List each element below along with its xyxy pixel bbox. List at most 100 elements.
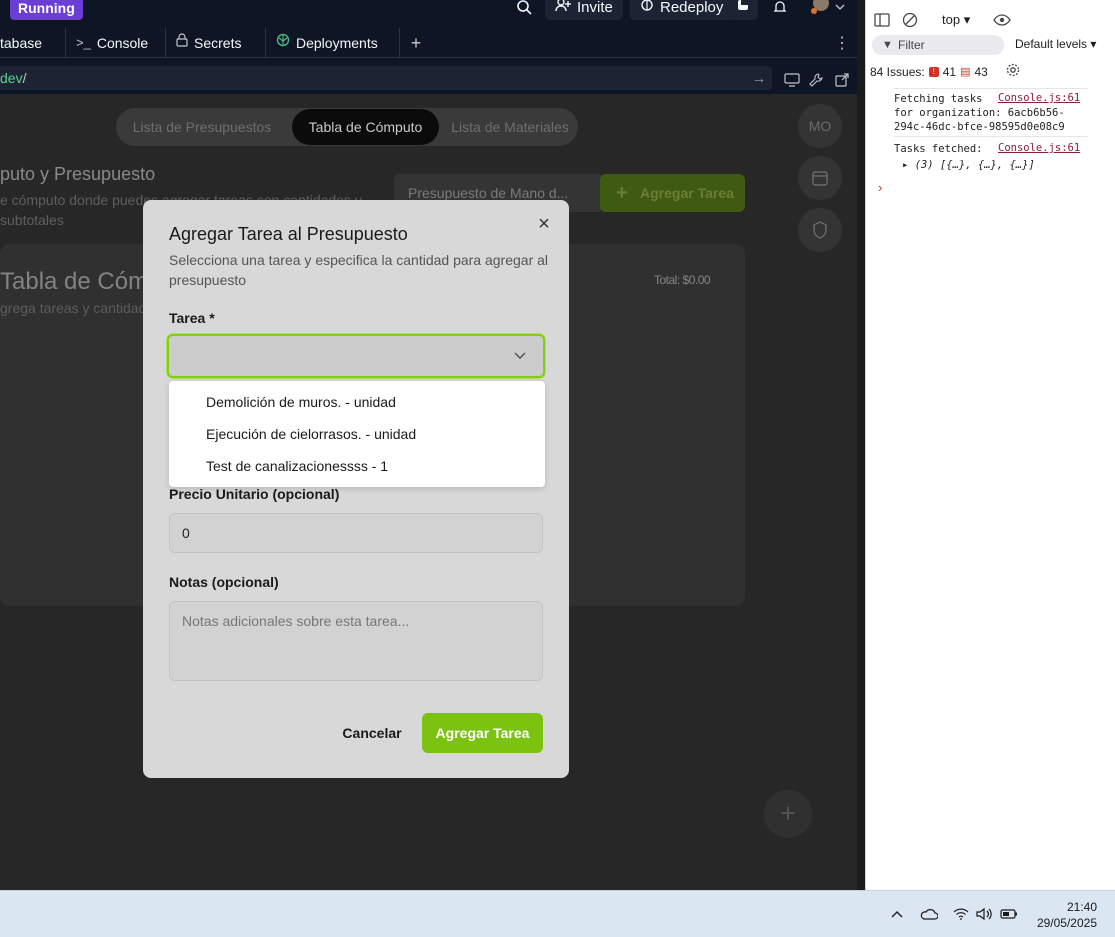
url-host: dev bbox=[0, 70, 23, 86]
dialog-title: Agregar Tarea al Presupuesto bbox=[169, 224, 408, 244]
windows-taskbar: 21:40 29/05/2025 bbox=[0, 890, 1115, 937]
gear-icon[interactable] bbox=[1006, 63, 1020, 80]
copy-icon bbox=[736, 0, 750, 19]
redeploy-button[interactable]: Redeploy bbox=[630, 0, 734, 20]
console-prompt-icon[interactable]: › bbox=[878, 180, 882, 195]
tab-lista-presupuestos[interactable]: Lista de Presupuestos bbox=[116, 109, 288, 145]
log-expandable-array[interactable]: ▸ (3) [{…}, {…}, {…}] bbox=[902, 158, 1035, 172]
card-title: Tabla de Cómp bbox=[0, 268, 162, 295]
chevron-down-icon bbox=[514, 352, 526, 360]
task-option[interactable]: Test de canalizacionessss - 1 bbox=[169, 450, 545, 482]
divider bbox=[894, 88, 1088, 89]
task-options-list: Demolición de muros. - unidad Ejecución … bbox=[169, 381, 545, 487]
arrow-right-icon[interactable]: → bbox=[752, 66, 766, 90]
tab-tabla-computo[interactable]: Tabla de Cómputo bbox=[292, 109, 439, 145]
external-link-icon[interactable] bbox=[830, 69, 854, 91]
preview-url-bar: dev/ → bbox=[0, 62, 857, 92]
eye-icon[interactable] bbox=[992, 10, 1012, 30]
avatar[interactable] bbox=[808, 0, 834, 18]
notes-textarea[interactable]: Notas adicionales sobre esta tarea... bbox=[169, 601, 543, 681]
bell-icon[interactable] bbox=[768, 0, 792, 18]
task-option[interactable]: Ejecución de cielorrasos. - unidad bbox=[169, 418, 545, 450]
submit-button[interactable]: Agregar Tarea bbox=[422, 713, 543, 753]
onedrive-icon[interactable] bbox=[920, 905, 938, 923]
divider bbox=[894, 136, 1088, 137]
price-input[interactable] bbox=[169, 513, 543, 553]
tab-label: Secrets bbox=[194, 35, 242, 51]
add-task-label: Agregar Tarea bbox=[640, 185, 734, 201]
tab-label: Deployments bbox=[296, 35, 378, 51]
tab-label: Console bbox=[96, 35, 149, 51]
sidebar-toggle-icon[interactable] bbox=[872, 10, 892, 30]
wifi-icon[interactable] bbox=[952, 905, 970, 923]
volume-icon[interactable] bbox=[976, 905, 994, 923]
tab-database[interactable]: tabase bbox=[0, 28, 66, 58]
top-bar: Running Invite Redeploy bbox=[0, 0, 857, 22]
task-label: Tarea * bbox=[169, 310, 215, 326]
task-option[interactable]: Demolición de muros. - unidad bbox=[169, 386, 545, 418]
close-icon[interactable]: × bbox=[534, 214, 554, 234]
add-task-button[interactable]: + Agregar Tarea bbox=[600, 174, 745, 212]
system-clock[interactable]: 21:40 29/05/2025 bbox=[1037, 899, 1097, 931]
invite-button[interactable]: Invite bbox=[545, 0, 623, 20]
chevron-up-icon[interactable] bbox=[888, 905, 906, 923]
multiplayer-button[interactable] bbox=[730, 0, 758, 20]
wrench-icon[interactable] bbox=[804, 69, 828, 91]
card-subtitle: grega tareas y cantidad bbox=[0, 300, 147, 316]
preview-tab-switcher: Lista de Presupuestos Tabla de Cómputo L… bbox=[116, 108, 578, 146]
filter-input[interactable]: ▼ Filter bbox=[872, 35, 1004, 55]
more-icon[interactable]: ⋮ bbox=[830, 32, 854, 54]
filter-icon: ▼ bbox=[882, 39, 893, 51]
issues-counter[interactable]: 84 Issues: ! 41 ▤ 43 bbox=[870, 63, 1020, 80]
add-task-dialog: × Agregar Tarea al Presupuesto Seleccion… bbox=[143, 200, 569, 778]
battery-icon[interactable] bbox=[1000, 905, 1018, 923]
add-user-icon bbox=[555, 0, 571, 19]
deploy-icon bbox=[276, 29, 290, 57]
issues-messages: 43 bbox=[974, 64, 988, 79]
new-tab-button[interactable]: + bbox=[404, 32, 428, 54]
monitor-icon[interactable] bbox=[780, 69, 804, 91]
run-status-badge[interactable]: Running bbox=[10, 0, 83, 20]
context-select[interactable]: top ▾ bbox=[942, 12, 970, 28]
deploy-icon bbox=[640, 0, 654, 19]
cancel-button[interactable]: Cancelar bbox=[333, 713, 411, 753]
clock-date: 29/05/2025 bbox=[1036, 916, 1097, 930]
user-avatar-button[interactable]: MO bbox=[798, 104, 842, 148]
redeploy-label: Redeploy bbox=[660, 0, 724, 16]
devtools-console: top ▾ ▼ Filter Default levels ▾ 84 Issue… bbox=[865, 0, 1115, 890]
error-icon: ! bbox=[928, 66, 939, 77]
replit-workspace: Running Invite Redeploy tabase >_ Consol… bbox=[0, 0, 857, 890]
budget-select-value: Presupuesto de Mano d... bbox=[408, 185, 569, 201]
issues-errors: 41 bbox=[942, 64, 957, 79]
panel-divider[interactable] bbox=[857, 0, 865, 890]
url-path: / bbox=[22, 70, 27, 86]
tab-deployments[interactable]: Deployments bbox=[266, 28, 400, 58]
fab-add-button[interactable]: + bbox=[764, 790, 812, 838]
chevron-down-icon[interactable] bbox=[833, 0, 847, 18]
calendar-icon[interactable] bbox=[798, 156, 842, 200]
search-icon[interactable] bbox=[512, 0, 536, 18]
context-value: top bbox=[942, 12, 961, 27]
lock-icon bbox=[176, 29, 188, 57]
issues-label: 84 Issues: bbox=[870, 64, 925, 79]
tab-secrets[interactable]: Secrets bbox=[166, 28, 266, 58]
task-select[interactable] bbox=[167, 334, 545, 378]
terminal-icon: >_ bbox=[76, 35, 91, 50]
invite-label: Invite bbox=[577, 0, 613, 16]
total-label: Total: $0.00 bbox=[654, 273, 711, 287]
log-source-link[interactable]: Console.js:61 bbox=[998, 92, 1080, 104]
log-message: Tasks fetched: bbox=[894, 143, 983, 155]
notes-label: Notas (opcional) bbox=[169, 574, 279, 590]
tab-lista-materiales[interactable]: Lista de Materiales bbox=[442, 109, 578, 145]
workspace-tab-bar: tabase >_ Console Secrets Deployments + … bbox=[0, 28, 857, 58]
log-levels-select[interactable]: Default levels ▾ bbox=[1015, 37, 1096, 51]
clear-console-icon[interactable] bbox=[900, 10, 920, 30]
url-field[interactable]: dev/ → bbox=[0, 66, 772, 90]
tab-console[interactable]: >_ Console bbox=[66, 28, 166, 58]
shield-icon[interactable] bbox=[798, 208, 842, 252]
page-title: puto y Presupuesto bbox=[0, 164, 156, 184]
log-source-link[interactable]: Console.js:61 bbox=[998, 142, 1080, 154]
clock-time: 21:40 bbox=[1066, 900, 1097, 914]
filter-placeholder: Filter bbox=[898, 38, 925, 52]
message-icon: ▤ bbox=[960, 66, 971, 78]
